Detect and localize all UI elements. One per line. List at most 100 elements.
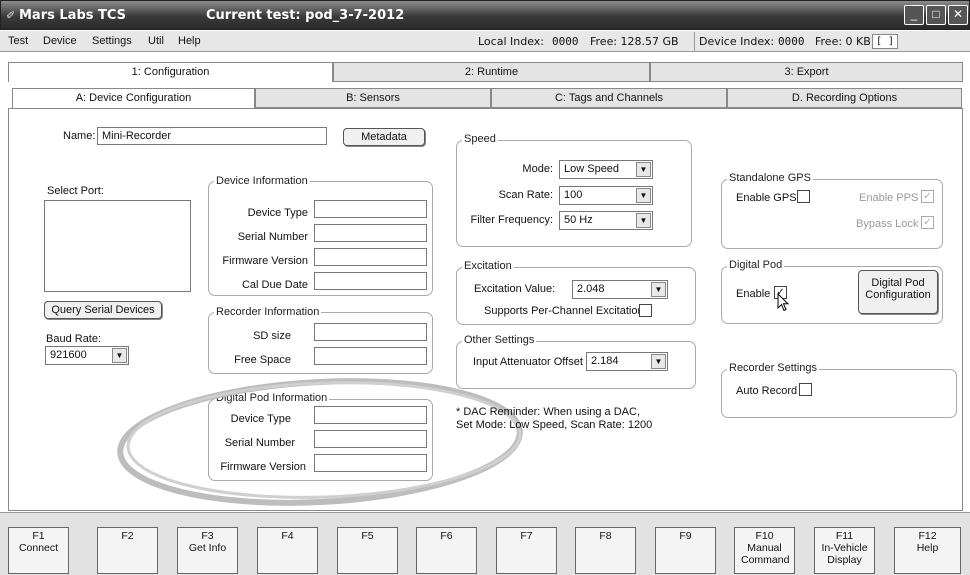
device-type-label: Device Type xyxy=(247,207,308,219)
f6-button[interactable]: F6 xyxy=(416,527,477,574)
f11-in-vehicle-display-button[interactable]: F11 In-Vehicle Display xyxy=(814,527,875,574)
input-attenuator-select[interactable]: 2.184 ▼ xyxy=(586,352,668,371)
enable-pps-label: Enable PPS xyxy=(859,192,919,204)
app-title: Mars Labs TCS xyxy=(19,8,127,23)
chevron-down-icon[interactable]: ▼ xyxy=(651,282,666,297)
enable-gps-label: Enable GPS xyxy=(736,192,797,204)
menu-help[interactable]: Help xyxy=(178,35,201,47)
chevron-down-icon[interactable]: ▼ xyxy=(636,188,651,203)
free-space-label: Free Space xyxy=(234,354,291,366)
mode-select[interactable]: Low Speed ▼ xyxy=(559,160,653,179)
tab-device-configuration[interactable]: A: Device Configuration xyxy=(12,88,255,108)
excitation-value-select[interactable]: 2.048 ▼ xyxy=(572,280,668,299)
select-port-label: Select Port: xyxy=(47,185,104,197)
per-channel-excitation-checkbox[interactable] xyxy=(639,304,652,317)
mode-value: Low Speed xyxy=(564,163,620,175)
excitation-value-label: Excitation Value: xyxy=(474,283,556,295)
standalone-gps-group xyxy=(721,179,943,249)
auto-record-checkbox[interactable] xyxy=(799,383,812,396)
f7-button[interactable]: F7 xyxy=(496,527,557,574)
device-index-value: 0000 xyxy=(778,35,805,48)
close-icon[interactable]: ✕ xyxy=(948,5,968,25)
dac-note-line1: * DAC Reminder: When using a DAC, xyxy=(456,406,641,418)
fkey-label: F5 xyxy=(361,530,374,542)
fkey-action: Connect xyxy=(18,542,59,554)
free-space-field xyxy=(314,347,427,365)
digital-pod-config-line1: Digital Pod xyxy=(871,277,925,289)
tab-export[interactable]: 3: Export xyxy=(650,62,963,82)
filter-frequency-label: Filter Frequency: xyxy=(470,214,553,226)
digital-pod-enable-label: Enable xyxy=(736,288,771,300)
f4-button[interactable]: F4 xyxy=(257,527,318,574)
input-attenuator-label: Input Attenuator Offset xyxy=(473,356,583,368)
fkey-label: F7 xyxy=(520,530,533,542)
enable-pps-checkbox[interactable]: ✓ xyxy=(921,190,934,203)
tab-tags-channels[interactable]: C: Tags and Channels xyxy=(491,88,727,108)
fkey-label: F1 xyxy=(32,530,45,542)
fkey-label: F9 xyxy=(679,530,692,542)
f5-button[interactable]: F5 xyxy=(337,527,398,574)
name-input[interactable]: Mini-Recorder xyxy=(97,127,327,145)
connection-indicator: [ ] xyxy=(872,34,899,49)
f9-button[interactable]: F9 xyxy=(655,527,716,574)
bypass-lock-checkbox[interactable]: ✓ xyxy=(921,216,934,229)
other-settings-legend: Other Settings xyxy=(462,334,537,346)
digital-pod-config-line2: Configuration xyxy=(865,289,931,301)
function-key-bar: F1 Connect F2 F3 Get Info F4 F5 F6 F7 F8 F… xyxy=(0,512,970,575)
per-channel-excitation-label: Supports Per-Channel Excitation xyxy=(484,305,644,317)
fkey-action: Manual Command xyxy=(741,542,790,566)
scan-rate-select[interactable]: 100 ▼ xyxy=(559,186,653,205)
fkey-label: F4 xyxy=(281,530,294,542)
menu-test[interactable]: Test xyxy=(8,35,28,47)
name-label: Name: xyxy=(63,130,96,142)
menu-util[interactable]: Util xyxy=(148,35,164,47)
speed-legend: Speed xyxy=(462,133,498,145)
f2-button[interactable]: F2 xyxy=(97,527,158,574)
f12-help-button[interactable]: F12 Help xyxy=(894,527,961,574)
baud-rate-value: 921600 xyxy=(50,349,87,361)
tab-runtime[interactable]: 2: Runtime xyxy=(333,62,650,82)
digital-pod-configuration-button[interactable]: Digital Pod Configuration xyxy=(858,270,938,314)
f1-connect-button[interactable]: F1 Connect xyxy=(8,527,69,574)
fkey-label: F10 xyxy=(755,530,774,542)
firmware-version-field xyxy=(314,248,427,266)
tab-recording-options[interactable]: D. Recording Options xyxy=(727,88,962,108)
serial-port-list[interactable] xyxy=(44,200,191,292)
mode-label: Mode: xyxy=(522,163,553,175)
metadata-button[interactable]: Metadata xyxy=(343,128,425,146)
local-index-value: 0000 xyxy=(552,35,579,48)
query-serial-devices-button[interactable]: Query Serial Devices xyxy=(44,301,162,319)
excitation-legend: Excitation xyxy=(462,260,514,272)
digital-pod-legend: Digital Pod xyxy=(727,259,785,271)
chevron-down-icon[interactable]: ▼ xyxy=(112,348,127,363)
chevron-down-icon[interactable]: ▼ xyxy=(636,213,651,228)
fkey-action: Help xyxy=(916,542,939,554)
device-information-legend: Device Information xyxy=(214,175,310,187)
menu-device[interactable]: Device xyxy=(43,35,77,47)
bypass-lock-label: Bypass Lock xyxy=(856,218,919,230)
maximize-icon[interactable]: □ xyxy=(926,5,946,25)
chevron-down-icon[interactable]: ▼ xyxy=(651,354,666,369)
device-index-label: Device Index: xyxy=(699,35,775,48)
baud-rate-label: Baud Rate: xyxy=(46,333,102,345)
device-type-field xyxy=(314,200,427,218)
baud-rate-select[interactable]: 921600 ▼ xyxy=(45,346,129,365)
sd-size-label: SD size xyxy=(253,330,291,342)
tab-configuration[interactable]: 1: Configuration xyxy=(8,62,333,82)
fkey-action: Get Info xyxy=(188,542,227,554)
enable-gps-checkbox[interactable] xyxy=(797,190,810,203)
current-test-label: Current test: pod_3-7-2012 xyxy=(206,8,405,23)
tab-sensors[interactable]: B: Sensors xyxy=(255,88,491,108)
chevron-down-icon[interactable]: ▼ xyxy=(636,162,651,177)
scan-rate-label: Scan Rate: xyxy=(498,189,553,201)
standalone-gps-legend: Standalone GPS xyxy=(727,172,813,184)
f8-button[interactable]: F8 xyxy=(575,527,636,574)
menu-settings[interactable]: Settings xyxy=(92,35,132,47)
filter-frequency-value: 50 Hz xyxy=(564,214,593,226)
minimize-icon[interactable]: _ xyxy=(904,5,924,25)
recorder-settings-legend: Recorder Settings xyxy=(727,362,820,374)
filter-frequency-select[interactable]: 50 Hz ▼ xyxy=(559,211,653,230)
f3-get-info-button[interactable]: F3 Get Info xyxy=(177,527,238,574)
input-attenuator-value: 2.184 xyxy=(591,355,619,367)
f10-manual-command-button[interactable]: F10 Manual Command xyxy=(734,527,795,574)
